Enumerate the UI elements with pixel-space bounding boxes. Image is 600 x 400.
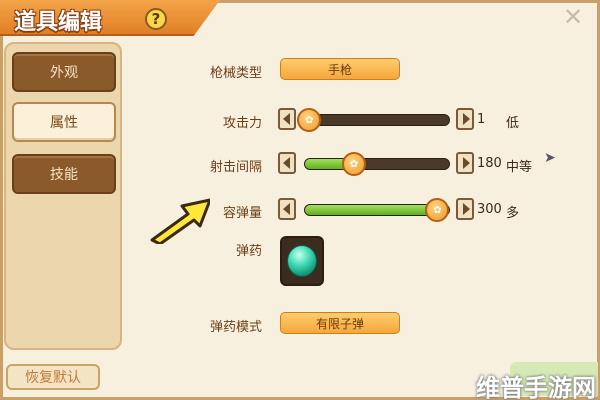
capacity-decrease-button[interactable] [278,198,296,220]
capacity-value: 300 [477,202,502,217]
ammo-slot[interactable] [280,236,324,286]
ammo-mode-label: 弹药模式 [209,320,262,335]
interval-level: 中等 [506,160,533,175]
close-icon[interactable]: ✕ [562,5,584,29]
mouse-cursor-icon: ➤ [544,150,556,166]
tutorial-arrow-icon [150,198,210,244]
panel-title: 道具编辑 [14,10,103,35]
weapon-type-select[interactable]: 手枪 [280,58,400,80]
ammo-mode-select[interactable]: 有限子弹 [280,312,400,334]
attack-decrease-button[interactable] [278,108,296,130]
attack-level: 低 [506,116,520,131]
interval-value: 180 [477,156,502,171]
interval-slider-knob[interactable]: ✿ [341,152,366,176]
attack-label: 攻击力 [222,116,262,131]
attack-increase-button[interactable] [456,108,474,130]
watermark: 维普手游网 [476,374,596,400]
tab-skills[interactable]: 技能 [12,154,116,194]
interval-increase-button[interactable] [456,152,474,174]
attack-value: 1 [477,112,486,127]
tab-attributes[interactable]: 属性 [12,102,116,142]
capacity-slider[interactable]: ✿ [304,198,450,222]
green-gem-icon [287,245,317,277]
tab-appearance[interactable]: 外观 [12,52,116,92]
interval-decrease-button[interactable] [278,152,296,174]
attack-slider[interactable]: ✿ [297,108,450,132]
interval-slider[interactable]: ✿ [304,152,450,176]
capacity-slider-fill [305,205,438,215]
interval-label: 射击间隔 [209,160,262,175]
restore-default-button[interactable]: 恢复默认 [6,364,100,390]
capacity-increase-button[interactable] [456,198,474,220]
help-icon[interactable]: ? [145,8,167,30]
sidebar: 外观 属性 技能 [4,42,122,350]
weapon-type-label: 枪械类型 [209,66,262,81]
capacity-level: 多 [506,206,520,221]
